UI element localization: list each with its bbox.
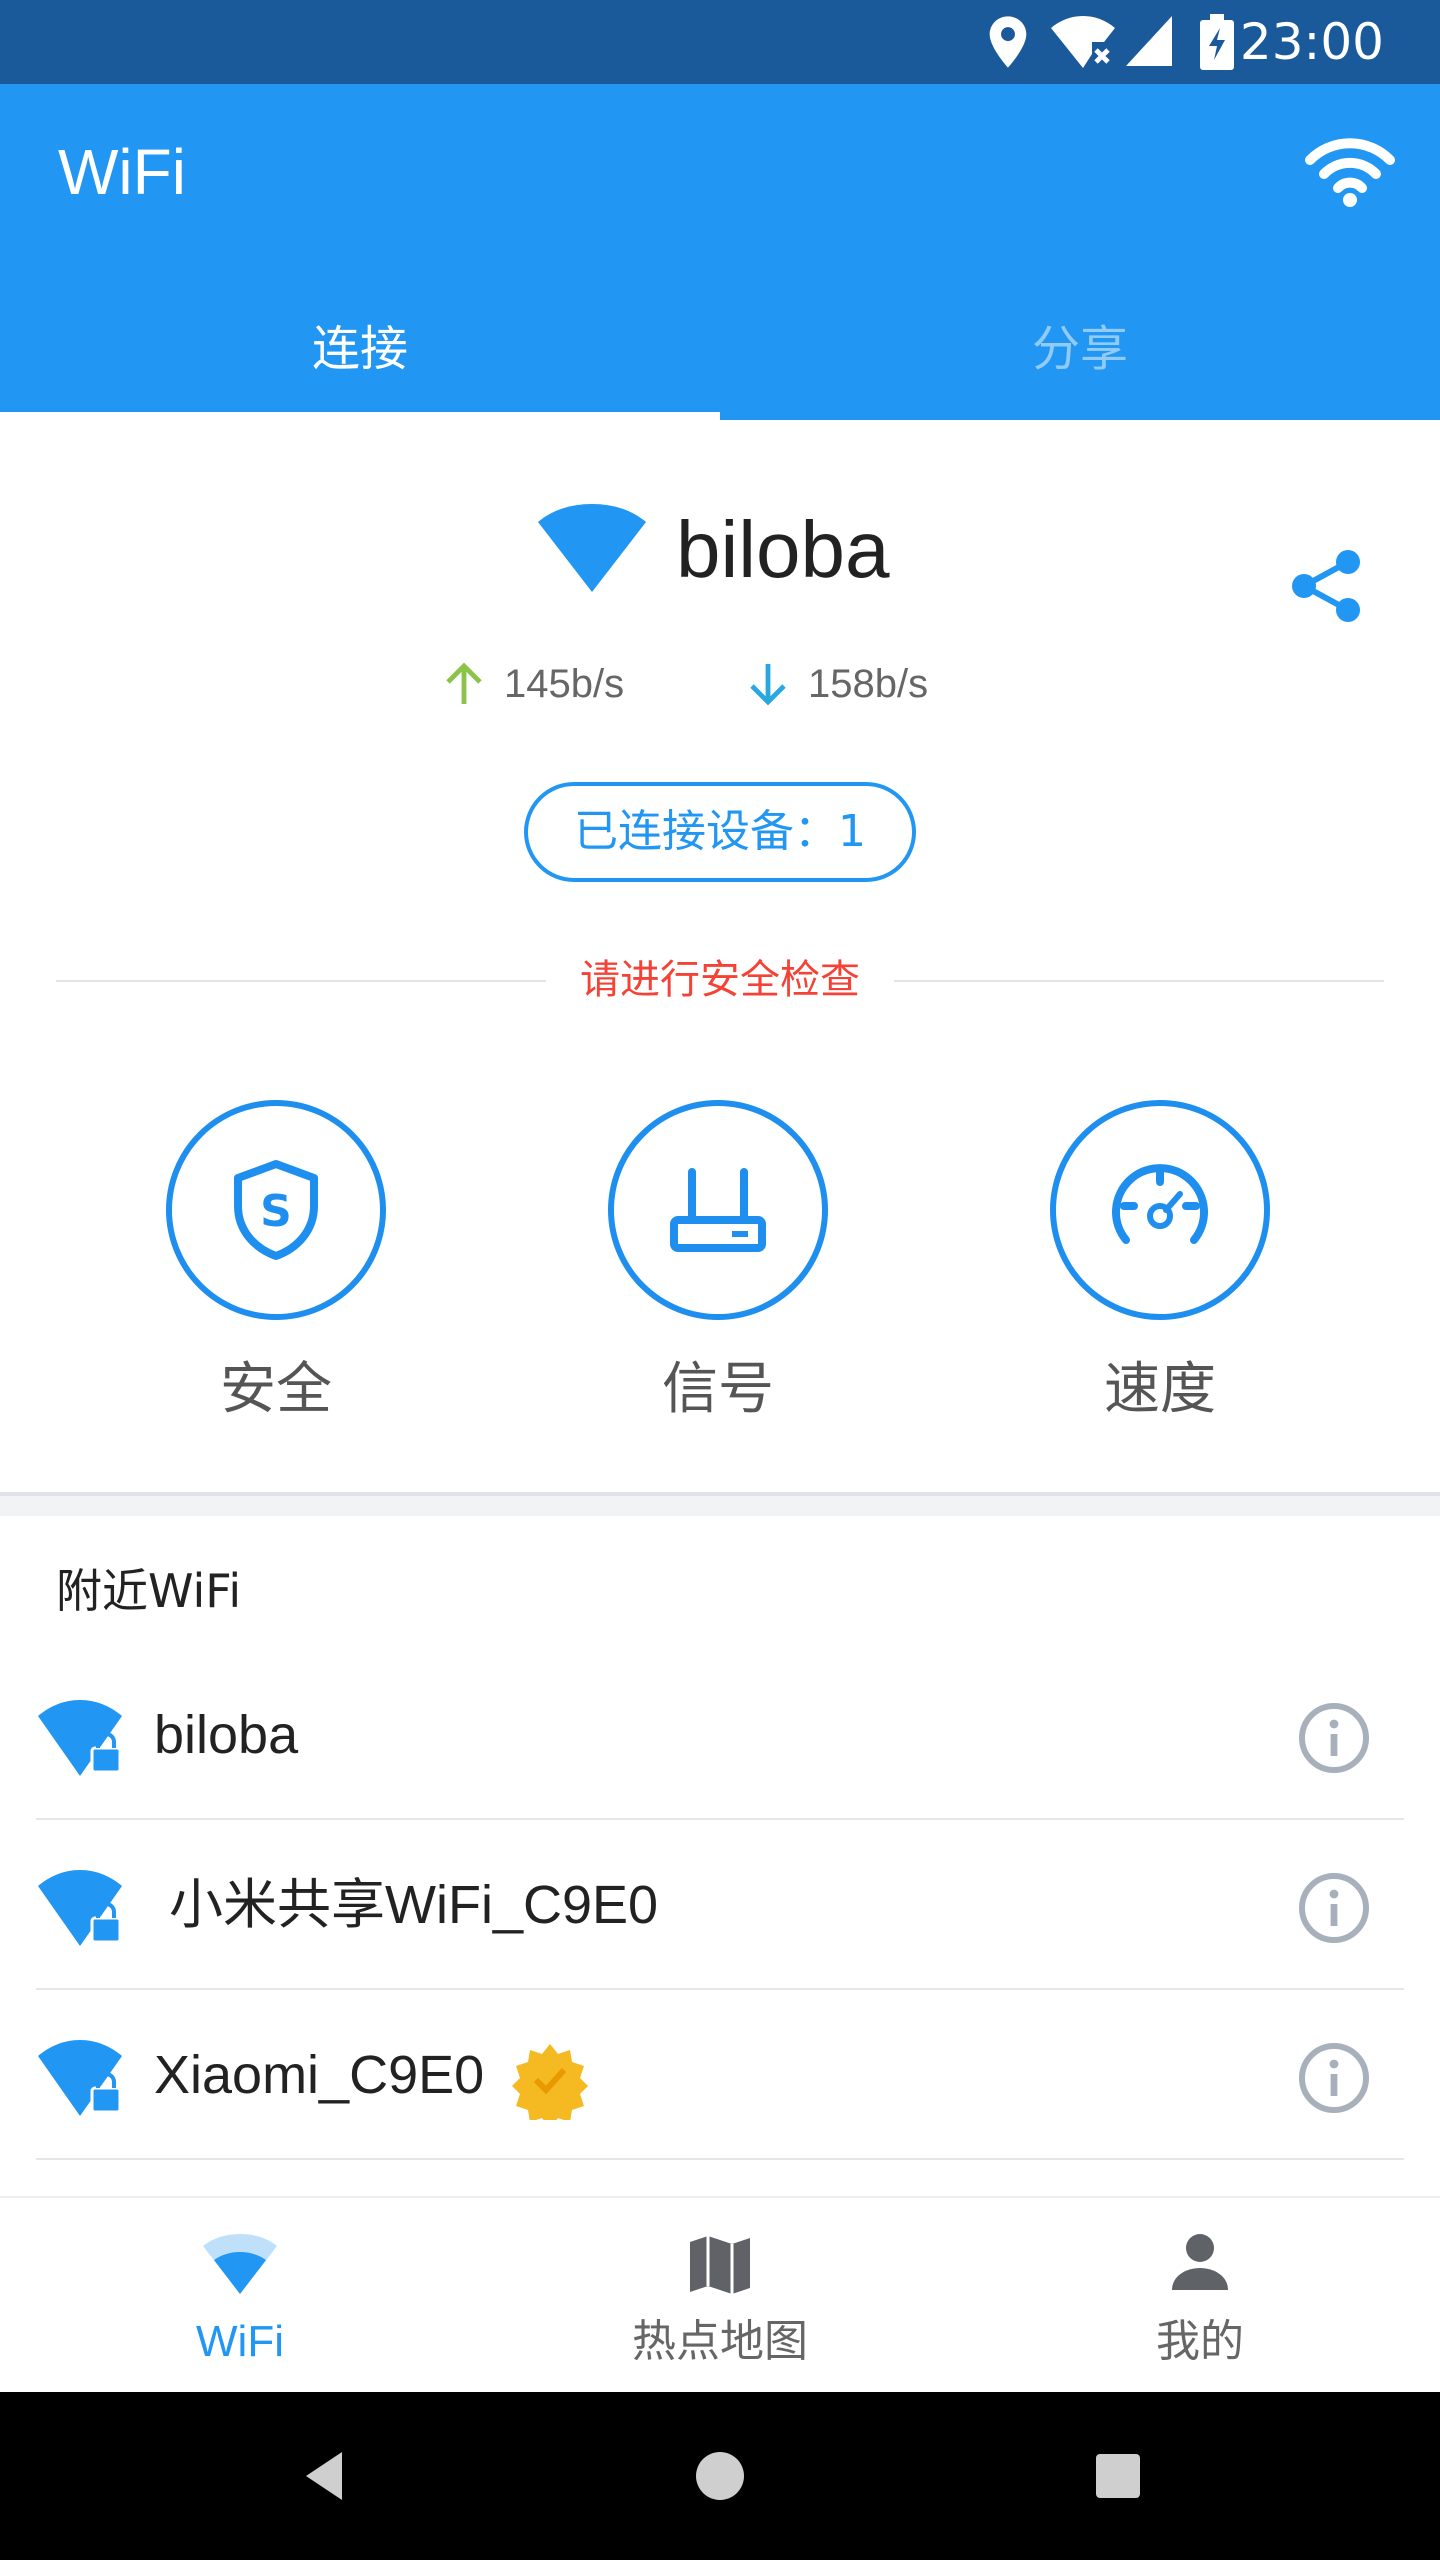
tab-share[interactable]: 分享 (720, 284, 1440, 420)
tab-connect[interactable]: 连接 (0, 284, 720, 420)
wifi-list-item[interactable]: 小米共享WiFi_C9E0 (0, 1820, 1440, 1990)
wifi-locked-icon (38, 1700, 122, 1776)
wifi-locked-icon (38, 2040, 122, 2116)
back-icon[interactable] (294, 2444, 358, 2508)
wifi-ssid: biloba (154, 1705, 299, 1765)
svg-text:S: S (260, 1186, 292, 1237)
divider-line (894, 980, 1384, 982)
app-title: WiFi (58, 136, 186, 208)
tool-row: S 安全 信号 速度 (0, 1100, 1440, 1440)
wifi-no-internet-icon (1051, 16, 1115, 68)
nav-profile[interactable]: 我的 (960, 2198, 1440, 2394)
security-tool-circle: S (166, 1100, 386, 1320)
tab-indicator (0, 412, 720, 420)
speed-tool[interactable]: 速度 (1040, 1100, 1280, 1440)
wifi-icon[interactable] (1300, 134, 1400, 214)
speedometer-icon (1112, 1164, 1208, 1244)
recents-icon[interactable] (1086, 2444, 1150, 2508)
nav-profile-label: 我的 (1156, 2316, 1244, 2367)
wifi-ssid: Xiaomi_C9E0 (154, 2045, 485, 2105)
arrow-down-icon (750, 664, 786, 706)
nav-hotspot-map[interactable]: 热点地图 (480, 2198, 960, 2394)
list-divider (36, 2158, 1404, 2160)
system-navigation-bar (0, 2392, 1440, 2560)
battery-charging-icon (1200, 14, 1234, 70)
arrow-up-icon (446, 662, 482, 704)
nav-wifi[interactable]: WiFi (0, 2198, 480, 2394)
current-network: biloba (0, 480, 1440, 622)
home-icon[interactable] (688, 2444, 752, 2508)
nav-wifi-label: WiFi (196, 2317, 284, 2366)
location-icon (989, 16, 1027, 68)
security-tool-label: 安全 (220, 1357, 332, 1422)
speed-tool-circle (1050, 1100, 1270, 1320)
share-icon[interactable] (1286, 546, 1366, 626)
nearby-wifi-list: 附近WiFi biloba 小米共享WiFi_C9E0 Xiaomi_C9E0 (0, 1516, 1440, 2196)
upload-speed-value: 145b/s (504, 662, 625, 706)
map-icon (690, 2236, 750, 2294)
clock: 23:00 (1239, 13, 1384, 71)
connected-ssid: biloba (676, 505, 890, 594)
person-icon (1172, 2234, 1228, 2290)
nearby-wifi-header: 附近WiFi (56, 1564, 242, 1618)
bottom-navigation: WiFi 热点地图 我的 (0, 2196, 1440, 2392)
signal-tool[interactable]: 信号 (598, 1100, 838, 1440)
status-bar: 23:00 (0, 0, 1440, 84)
speed-tool-label: 速度 (1104, 1357, 1216, 1422)
tab-bar: 连接 分享 (0, 284, 1440, 420)
signal-tool-label: 信号 (662, 1357, 774, 1422)
info-icon[interactable] (1298, 1872, 1370, 1944)
wifi-locked-icon (38, 1870, 122, 1946)
speed-row: 145b/s 158b/s (0, 644, 1440, 724)
app-bar: WiFi 连接 分享 (0, 84, 1440, 420)
connected-devices-button[interactable]: 已连接设备：1 (524, 782, 916, 882)
wifi-icon (203, 2234, 277, 2294)
wifi-signal-icon (538, 504, 646, 592)
wifi-list-item[interactable]: biloba (0, 1650, 1440, 1820)
router-icon (670, 1168, 766, 1252)
cell-signal-icon (1126, 16, 1172, 66)
info-icon[interactable] (1298, 2042, 1370, 2114)
security-tool[interactable]: S 安全 (156, 1100, 396, 1440)
wifi-ssid: 小米共享WiFi_C9E0 (154, 1875, 659, 1935)
download-speed-value: 158b/s (808, 662, 929, 706)
shield-s-icon: S (234, 1160, 318, 1260)
nav-hotspot-map-label: 热点地图 (632, 2316, 808, 2367)
security-divider: 请进行安全检查 (56, 950, 1384, 1010)
wifi-list-item[interactable]: Xiaomi_C9E0 (0, 1990, 1440, 2160)
info-icon[interactable] (1298, 1702, 1370, 1774)
connection-card: biloba 145b/s 158b/s 已连接设备：1 请进行安全检查 S 安… (0, 420, 1440, 1496)
signal-tool-circle (608, 1100, 828, 1320)
verified-badge-icon (512, 2044, 588, 2120)
